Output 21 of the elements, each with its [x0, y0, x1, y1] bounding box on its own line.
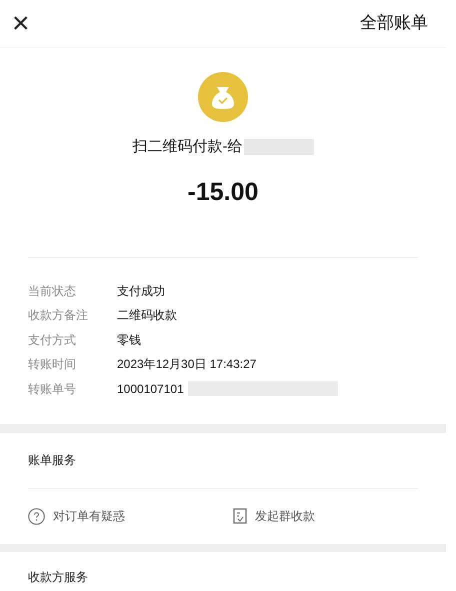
service-link[interactable]: 对订单有疑惑: [53, 507, 125, 525]
detail-label: 收款方备注: [28, 307, 89, 324]
section-title: 收款方服务: [28, 570, 88, 584]
detail-value: 支付成功: [117, 282, 165, 300]
payment-title: 扫二维码付款-给: [132, 137, 242, 157]
section-title: 账单服务: [28, 452, 76, 469]
detail-value: 1000107101: [117, 380, 184, 398]
detail-label: 转账单号: [28, 380, 77, 398]
service-link[interactable]: 发起群收款: [255, 507, 315, 525]
detail-label: 当前状态: [28, 282, 77, 300]
detail-label: 支付方式: [28, 332, 77, 349]
money-bag-icon: [198, 72, 248, 122]
detail-label: 转账时间: [28, 356, 77, 374]
detail-value: 2023年12月30日 17:43:27: [117, 356, 256, 374]
all-bills-link[interactable]: 全部账单: [360, 10, 428, 36]
document-check-icon: [233, 508, 247, 524]
question-icon: [28, 508, 45, 524]
detail-value: 零钱: [117, 332, 141, 349]
detail-value: 二维码收款: [117, 307, 177, 324]
close-button[interactable]: ×: [8, 8, 34, 38]
amount: -15.00: [188, 176, 258, 208]
